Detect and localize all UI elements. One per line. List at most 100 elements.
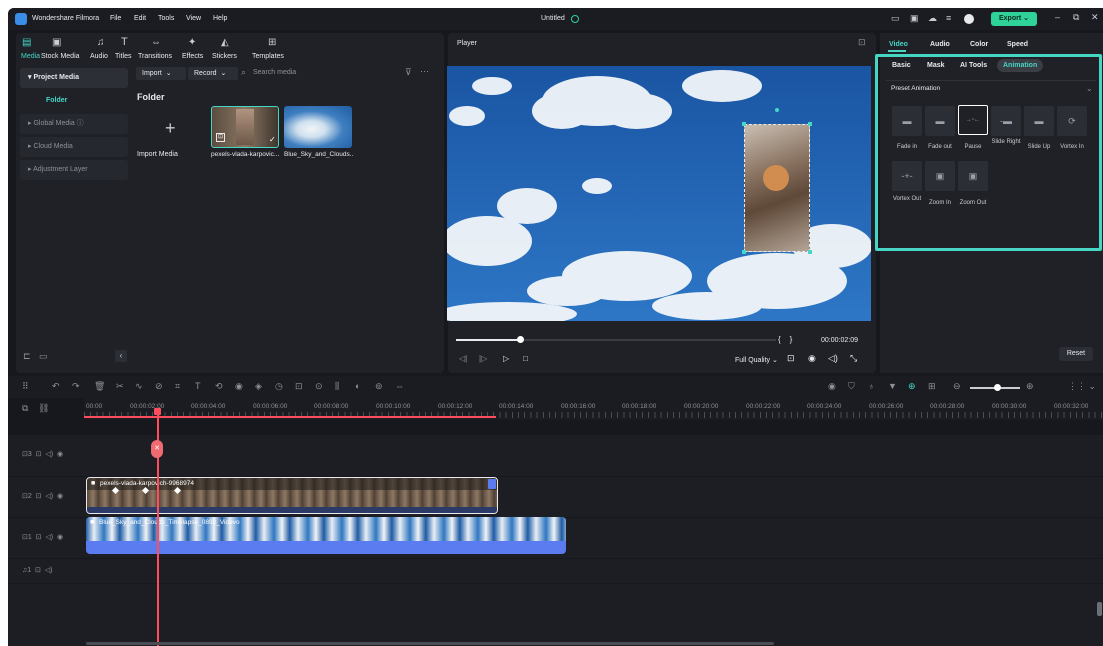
anim-vortex-in[interactable]: ⟳ (1057, 106, 1087, 136)
cloud-icon[interactable]: ☁ (928, 13, 937, 24)
play-icon[interactable]: ▷ (503, 354, 509, 363)
zoom-slider[interactable] (970, 384, 1020, 391)
crop-icon[interactable]: ⌗ (175, 381, 180, 392)
vertical-scrollbar[interactable] (1097, 602, 1102, 616)
transform-handle[interactable] (808, 122, 812, 126)
stickers-icon[interactable]: ◭ (221, 37, 229, 48)
plus-icon[interactable]: + (165, 118, 176, 139)
stop-icon[interactable]: □ (523, 354, 528, 363)
subtab-ai-tools[interactable]: AI Tools (960, 62, 987, 69)
rotate-handle[interactable] (775, 108, 779, 112)
player-scrubber[interactable] (456, 336, 776, 343)
account-avatar[interactable] (964, 14, 974, 24)
menu-edit[interactable]: Edit (134, 15, 146, 22)
tab-color[interactable]: Color (970, 41, 988, 48)
selected-clip-overlay[interactable] (744, 124, 810, 252)
menu-tools[interactable]: Tools (158, 15, 174, 22)
anim-zoom-in[interactable]: ▣ (925, 161, 955, 191)
prev-frame-icon[interactable]: ◁| (459, 354, 467, 363)
display-icon[interactable]: ⊡ (787, 353, 795, 364)
subtab-basic[interactable]: Basic (892, 62, 911, 69)
minimize-icon[interactable]: – (1055, 12, 1060, 22)
tab-media[interactable]: Media (21, 53, 40, 60)
mark-in-out-icon[interactable]: { } (778, 335, 792, 344)
stock-media-icon[interactable]: ▣ (52, 37, 61, 48)
undo-icon[interactable]: ↶ (52, 381, 60, 392)
timer-icon[interactable]: ◷ (275, 381, 283, 392)
menu-help[interactable]: Help (213, 15, 227, 22)
sidebar-item-folder[interactable]: Folder (20, 91, 128, 111)
mic-icon[interactable]: ♁ (868, 381, 875, 391)
sidebar-item-project-media[interactable]: ▾ Project Media (20, 68, 128, 88)
playhead-handle[interactable] (154, 408, 161, 415)
search-input[interactable]: Search media (253, 69, 296, 76)
snapshot-panel-icon[interactable]: ⊡ (858, 37, 866, 48)
quality-dropdown[interactable]: Full Quality ⌄ (735, 356, 778, 364)
keyframe-icon[interactable]: ◈ (255, 381, 262, 392)
titles-icon[interactable]: T (121, 36, 128, 48)
delete-icon[interactable]: 🗑 (94, 381, 105, 392)
anim-zoom-out[interactable]: ▣ (958, 161, 988, 191)
audio-icon[interactable]: ♫ (97, 37, 105, 48)
frame-icon[interactable]: ⊡ (295, 381, 303, 392)
media-icon[interactable]: ▤ (22, 37, 38, 51)
motion-icon[interactable]: ⊙ (315, 381, 323, 392)
tab-stock-media[interactable]: Stock Media (41, 53, 80, 60)
tab-effects[interactable]: Effects (182, 53, 203, 60)
clip-thumbnail-sky[interactable] (284, 106, 352, 148)
subtab-mask[interactable]: Mask (927, 62, 945, 69)
tab-stickers[interactable]: Stickers (212, 53, 237, 60)
layout-icon[interactable]: ▭ (891, 13, 900, 24)
effects-icon[interactable]: ✦ (188, 37, 196, 48)
stabilize-icon[interactable]: ⊚ (375, 381, 383, 392)
tab-speed[interactable]: Speed (1007, 41, 1028, 48)
audio-mixer-icon[interactable]: ⫼ (335, 381, 339, 392)
split-icon[interactable]: ✂ (116, 381, 124, 392)
marker-icon[interactable]: ▼ (888, 381, 897, 391)
more-icon[interactable]: ⋯ (420, 66, 429, 77)
anim-pause[interactable]: →▫← (958, 105, 988, 135)
collapse-panel-icon[interactable]: ‹ (115, 350, 127, 362)
anim-fade-in[interactable]: ▬ (892, 106, 922, 136)
tab-audio[interactable]: Audio (90, 53, 108, 60)
save-icon[interactable]: ▣ (910, 13, 919, 24)
more-tools-icon[interactable]: ⇔ (395, 381, 404, 391)
add-track-icon[interactable]: ⧉ (22, 403, 28, 414)
zoom-in-timeline-icon[interactable]: ⊕ (1026, 381, 1034, 392)
zoom-slider-knob[interactable] (994, 384, 1001, 391)
chevron-down-icon[interactable]: ⌄ (1086, 84, 1093, 93)
anim-slide-up[interactable]: ▬ (1024, 106, 1054, 136)
new-folder-icon[interactable]: ⊏ (23, 351, 31, 362)
menu-view[interactable]: View (186, 15, 201, 22)
tab-transitions[interactable]: Transitions (138, 53, 172, 60)
timeline-clip-pexels[interactable]: ■ pexels-vlada-karpovich-9968974 (86, 477, 498, 514)
templates-icon[interactable]: ⊞ (268, 37, 276, 48)
disable-icon[interactable]: ⊘ (155, 381, 163, 392)
transitions-icon[interactable]: ⇔ (151, 37, 161, 48)
restore-icon[interactable]: ⧉ (1073, 12, 1079, 23)
timeline-settings-icon[interactable]: ⋮⋮ ⌄ (1068, 381, 1096, 392)
filter-icon[interactable]: ⊽ (405, 67, 412, 78)
layout-grid-icon[interactable]: ⠿ (22, 381, 29, 392)
tab-templates[interactable]: Templates (252, 53, 284, 60)
export-button[interactable]: Export ⌄ (991, 12, 1037, 26)
record-dropdown[interactable]: Record ⌄ (188, 67, 238, 80)
shield-icon[interactable]: ⛉ (848, 381, 855, 392)
sidebar-item-global-media[interactable]: ▸ Global Media ⓘ (20, 114, 128, 134)
link-icon[interactable]: ⛓ (38, 403, 49, 414)
fullscreen-icon[interactable]: ⤡ (850, 353, 857, 364)
import-dropdown[interactable]: Import ⌄ (136, 67, 186, 80)
snap-icon[interactable]: ⊕ (908, 381, 916, 392)
close-icon[interactable]: ✕ (1091, 12, 1099, 23)
subtab-animation[interactable]: Animation (997, 59, 1044, 72)
text-icon[interactable]: T (195, 381, 201, 391)
ai-icon[interactable]: ◐ (355, 381, 360, 391)
anim-slide-right[interactable]: -▬ (991, 106, 1021, 136)
zoom-out-timeline-icon[interactable]: ⊖ (953, 381, 961, 392)
redo-icon[interactable]: ↷ (72, 381, 80, 392)
player-scrubber-knob[interactable] (517, 336, 524, 343)
transform-handle[interactable] (808, 250, 812, 254)
snapshot-icon[interactable]: ◉ (808, 353, 816, 364)
import-media-label[interactable]: Import Media (137, 151, 178, 158)
transform-handle[interactable] (742, 122, 746, 126)
